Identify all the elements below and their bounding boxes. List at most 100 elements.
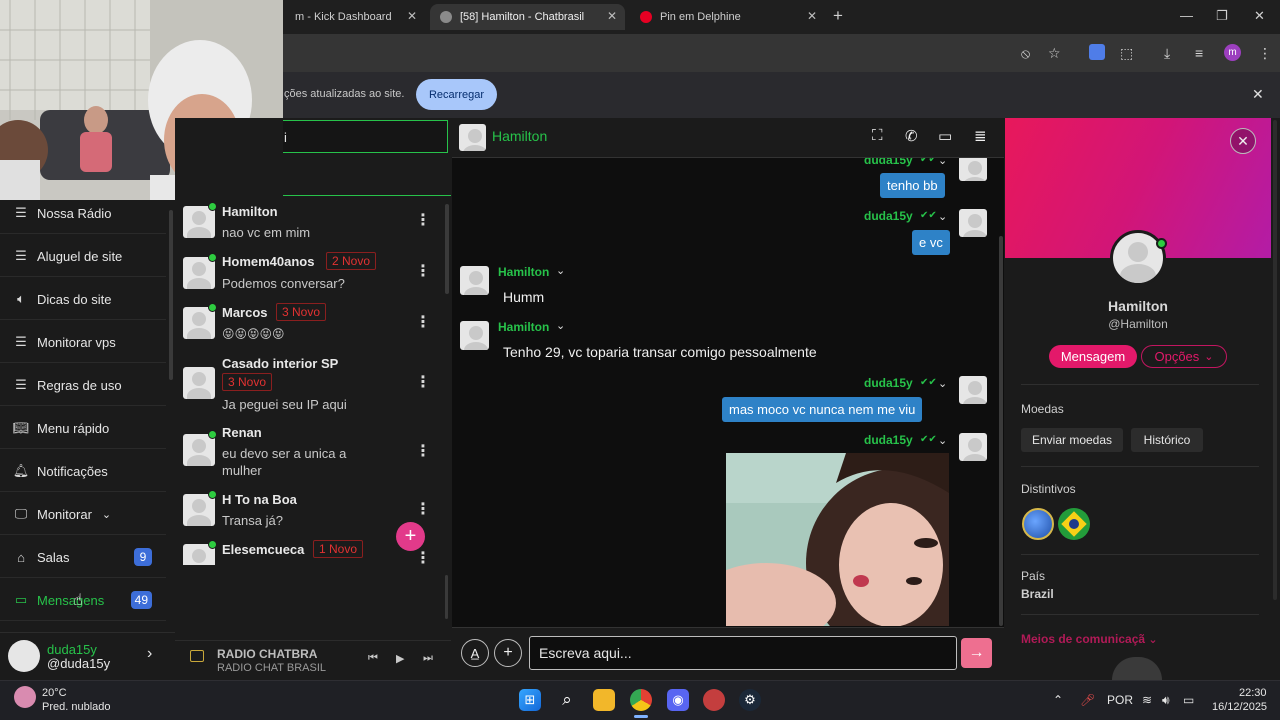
chat-menu-icon[interactable]: ≣: [974, 127, 987, 145]
conv-name[interactable]: Homem40anos: [222, 254, 314, 269]
tray-overflow-icon[interactable]: ⌃: [1053, 693, 1063, 707]
more-options-icon[interactable]: ⋮: [415, 548, 431, 565]
chevron-down-icon[interactable]: ⌄: [938, 434, 947, 447]
new-conversation-button[interactable]: +: [396, 522, 425, 551]
close-tab-icon[interactable]: ✕: [407, 9, 417, 23]
profile-avatar-icon[interactable]: m: [1224, 44, 1241, 61]
list-icon: ☰: [15, 205, 27, 220]
previous-track-icon[interactable]: ⏮︎: [368, 652, 378, 665]
chevron-down-icon[interactable]: ⌄: [556, 319, 565, 332]
history-button[interactable]: Histórico: [1131, 428, 1203, 452]
wifi-icon[interactable]: ≋: [1142, 693, 1152, 707]
close-profile-icon[interactable]: ✕: [1230, 128, 1256, 154]
list-icon: ☰: [15, 248, 27, 263]
no-tracking-eye-icon[interactable]: ⦸: [1021, 45, 1030, 62]
chat-contact-name[interactable]: Hamilton: [492, 128, 547, 144]
extensions-puzzle-icon[interactable]: ⬚: [1120, 45, 1133, 62]
chevron-right-icon[interactable]: ›: [147, 645, 152, 663]
battery-icon[interactable]: ▭: [1183, 693, 1194, 707]
tab-chatbrasil[interactable]: [58] Hamilton - Chatbrasil ✕: [430, 4, 625, 30]
chat-scrollbar[interactable]: [999, 236, 1003, 626]
fullscreen-icon[interactable]: ⛶: [872, 127, 883, 144]
conv-name[interactable]: Elesemcueca: [222, 542, 304, 557]
more-options-icon[interactable]: ⋮: [415, 261, 431, 281]
close-tab-icon[interactable]: ✕: [807, 9, 817, 23]
nav-item-notificacoes[interactable]: 🔔︎ Notificações: [0, 452, 166, 490]
conv-name[interactable]: H To na Boa: [222, 492, 297, 507]
nav-scrollbar[interactable]: [169, 210, 173, 380]
send-button[interactable]: →: [961, 638, 992, 668]
nav-item-menu-rapido[interactable]: 📖︎ Menu rápido: [0, 409, 166, 447]
nav-item-aluguel-de-site[interactable]: ☰ Aluguel de site: [0, 237, 166, 275]
brazil-flag-badge-icon[interactable]: [1058, 508, 1090, 540]
more-options-icon[interactable]: ⋮: [415, 441, 431, 461]
discord-icon[interactable]: ◉: [667, 689, 689, 711]
attach-plus-icon[interactable]: +: [494, 639, 522, 667]
search-icon[interactable]: ⌕: [556, 689, 578, 711]
tab-kick-dashboard[interactable]: m - Kick Dashboard ✕: [283, 4, 425, 30]
language-indicator[interactable]: POR: [1107, 693, 1133, 707]
more-options-icon[interactable]: ⋮: [415, 499, 431, 519]
tab-pinterest[interactable]: Pin em Delphine ✕: [630, 4, 825, 30]
nav-item-monitorar[interactable]: 🖵︎ Monitorar ⌄: [0, 495, 166, 533]
close-tab-icon[interactable]: ✕: [607, 9, 617, 23]
conv-name[interactable]: Casado interior SP: [222, 356, 338, 371]
maximize-icon[interactable]: ❐: [1216, 8, 1228, 24]
extension-icon[interactable]: [1089, 44, 1105, 60]
conv-scrollbar[interactable]: [445, 204, 449, 294]
more-options-icon[interactable]: ⋮: [415, 210, 431, 230]
nav-item-monitorar-vps[interactable]: ☰ Monitorar vps: [0, 323, 166, 361]
clock-date[interactable]: 16/12/2025: [1212, 701, 1267, 713]
play-icon[interactable]: ▶︎: [396, 652, 404, 665]
read-check-icon: ✔✔: [920, 158, 937, 165]
bookmark-star-icon[interactable]: ☆: [1048, 45, 1061, 62]
weather-temp[interactable]: 20°C: [42, 687, 67, 699]
reload-button[interactable]: Recarregar: [416, 79, 497, 110]
nav-item-salas[interactable]: ⌂ Salas 9: [0, 538, 166, 576]
minimize-icon[interactable]: —: [1180, 8, 1193, 23]
more-options-icon[interactable]: ⋮: [415, 312, 431, 332]
clock-time[interactable]: 22:30: [1239, 687, 1267, 699]
chevron-down-icon[interactable]: ⌄: [938, 210, 947, 223]
close-infobar-icon[interactable]: ✕: [1252, 86, 1264, 103]
options-dropdown[interactable]: Opções ⌄: [1141, 345, 1227, 368]
file-explorer-icon[interactable]: [593, 689, 615, 711]
profile-scrollbar[interactable]: [1273, 120, 1277, 600]
contact-avatar[interactable]: [459, 124, 486, 151]
phone-call-icon[interactable]: ✆: [905, 127, 918, 145]
search-input[interactable]: [283, 120, 448, 153]
volume-icon[interactable]: 🔊︎: [1162, 693, 1170, 708]
more-options-icon[interactable]: ⋮: [415, 372, 431, 392]
chrome-icon[interactable]: [630, 689, 652, 711]
new-tab-icon[interactable]: +: [833, 6, 843, 26]
globe-badge-icon[interactable]: [1022, 508, 1054, 540]
conv-name[interactable]: Hamilton: [222, 204, 278, 219]
nav-item-dicas-do-site[interactable]: 🔈︎ Dicas do site: [0, 280, 166, 318]
text-format-icon[interactable]: A̲: [461, 639, 489, 667]
close-window-icon[interactable]: ✕: [1254, 8, 1265, 24]
weather-desc[interactable]: Pred. nublado: [42, 701, 111, 713]
microphone-icon[interactable]: 🎤︎: [1080, 693, 1095, 707]
chevron-down-icon[interactable]: ⌄: [556, 264, 565, 277]
chevron-down-icon[interactable]: ⌄: [938, 377, 947, 390]
contact-means-toggle[interactable]: Meios de comunicaçã ⌄: [1021, 632, 1158, 646]
nav-item-nossa-radio[interactable]: ☰ Nossa Rádio: [0, 194, 166, 232]
nav-item-mensagens[interactable]: ▭ Mensagens 49: [0, 581, 166, 619]
message-input[interactable]: [529, 636, 957, 670]
steam-icon[interactable]: ⚙: [739, 689, 761, 711]
video-call-icon[interactable]: ▭: [938, 127, 952, 145]
download-icon[interactable]: ⤓: [1164, 45, 1170, 62]
chevron-down-icon[interactable]: ⌄: [938, 158, 947, 167]
media-list-icon[interactable]: ≡: [1195, 45, 1203, 61]
browser-menu-icon[interactable]: ⋮: [1258, 45, 1272, 62]
next-track-icon[interactable]: ⏭︎: [423, 652, 433, 665]
avatar[interactable]: [183, 367, 215, 399]
nav-item-regras-de-uso[interactable]: ☰ Regras de uso: [0, 366, 166, 404]
app-icon[interactable]: [703, 689, 725, 711]
conv-name[interactable]: Marcos: [222, 305, 268, 320]
send-message-button[interactable]: Mensagem: [1049, 345, 1137, 368]
shared-photo-image[interactable]: [726, 453, 949, 626]
windows-start-icon[interactable]: ⊞: [519, 689, 541, 711]
conv-name[interactable]: Renan: [222, 425, 262, 440]
send-coins-button[interactable]: Enviar moedas: [1021, 428, 1123, 452]
